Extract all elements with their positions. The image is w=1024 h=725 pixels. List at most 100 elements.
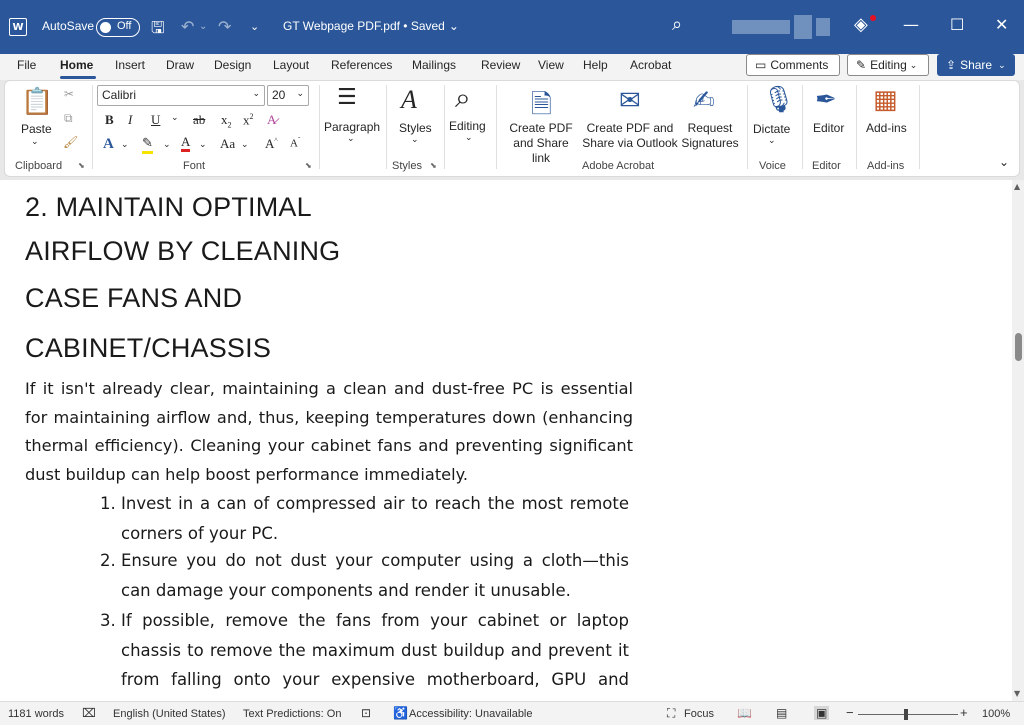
zoom-slider[interactable] xyxy=(858,714,958,715)
tab-review[interactable]: Review xyxy=(481,58,520,72)
close-icon[interactable]: ✕ xyxy=(995,15,1008,34)
dictate-button[interactable]: Dictate xyxy=(753,122,790,136)
editing-button[interactable]: Editing xyxy=(449,119,486,133)
tab-help[interactable]: Help xyxy=(583,58,608,72)
zoom-out-icon[interactable]: − xyxy=(846,705,854,720)
font-size-select[interactable]: 20 ⌄ xyxy=(267,85,309,106)
tab-view[interactable]: View xyxy=(538,58,564,72)
tab-mailings[interactable]: Mailings xyxy=(412,58,456,72)
redo-icon[interactable]: ↷ xyxy=(218,17,231,36)
tab-insert[interactable]: Insert xyxy=(115,58,145,72)
text-predictions-status[interactable]: Text Predictions: On xyxy=(243,708,341,720)
search-icon[interactable]: ⌕ xyxy=(672,14,682,35)
change-case-dropdown-icon[interactable]: ⌄ xyxy=(241,139,249,150)
tab-design[interactable]: Design xyxy=(214,58,251,72)
grow-font-icon[interactable]: A^ xyxy=(265,136,278,152)
paste-dropdown-icon[interactable]: ⌄ xyxy=(31,136,39,147)
editing-mode-button[interactable]: ✎ Editing ⌄ xyxy=(847,54,929,76)
paragraph-icon[interactable]: ☰ xyxy=(337,85,357,110)
macro-icon[interactable]: ⊡ xyxy=(361,706,371,720)
copy-icon[interactable]: ⧉ xyxy=(64,111,73,126)
add-ins-icon[interactable]: ▦ xyxy=(873,85,898,115)
cut-icon[interactable]: ✂ xyxy=(64,87,74,101)
highlight-icon[interactable]: ✎ xyxy=(142,135,153,154)
highlight-dropdown-icon[interactable]: ⌄ xyxy=(163,139,171,150)
paragraph-button[interactable]: Paragraph xyxy=(324,120,380,134)
focus-button[interactable]: Focus xyxy=(684,708,714,720)
clear-formatting-icon[interactable]: A̷ xyxy=(267,112,276,128)
font-name-select[interactable]: Calibri ⌄ xyxy=(97,85,265,106)
styles-dropdown-icon[interactable]: ⌄ xyxy=(411,134,419,145)
tab-draw[interactable]: Draw xyxy=(166,58,194,72)
change-case-icon[interactable]: Aa xyxy=(220,136,235,152)
format-painter-icon[interactable]: 🖌 xyxy=(63,135,78,149)
editing-dropdown-icon[interactable]: ⌄ xyxy=(465,132,473,143)
font-launcher-icon[interactable]: ⬊ xyxy=(305,161,312,170)
zoom-in-icon[interactable]: + xyxy=(960,705,968,720)
paste-button[interactable]: Paste xyxy=(21,122,52,136)
web-layout-icon[interactable]: ▣ xyxy=(814,706,830,720)
create-pdf-outlook-button[interactable]: Create PDF and Share via Outlook xyxy=(582,121,678,151)
tab-references[interactable]: References xyxy=(331,58,392,72)
comments-button[interactable]: ▭ Comments xyxy=(746,54,840,76)
paragraph-dropdown-icon[interactable]: ⌄ xyxy=(347,133,355,144)
styles-icon[interactable]: A xyxy=(401,85,417,115)
superscript-icon[interactable]: x2 xyxy=(243,112,254,128)
add-ins-button[interactable]: Add-ins xyxy=(866,121,907,135)
underline-icon[interactable]: U xyxy=(151,112,160,128)
read-mode-icon[interactable]: 📖 xyxy=(737,706,752,720)
shrink-font-icon[interactable]: Aˇ xyxy=(290,136,300,150)
language-status[interactable]: English (United States) xyxy=(113,708,226,720)
vertical-scrollbar[interactable]: ▲ ▼ xyxy=(1012,180,1024,701)
document-title[interactable]: GT Webpage PDF.pdf • Saved ⌄ xyxy=(283,19,459,33)
tab-acrobat[interactable]: Acrobat xyxy=(630,58,671,72)
request-signatures-button[interactable]: Request Signatures xyxy=(677,121,743,151)
autosave-toggle[interactable]: Off xyxy=(96,18,140,37)
clipboard-group-label: Clipboard xyxy=(15,160,63,172)
proofing-icon[interactable]: ⌧ xyxy=(82,706,96,720)
italic-icon[interactable]: I xyxy=(128,112,132,128)
undo-dropdown-icon[interactable]: ⌄ xyxy=(199,21,207,32)
tab-home[interactable]: Home xyxy=(60,58,93,72)
save-icon[interactable]: 🖫 xyxy=(151,17,165,44)
collapse-ribbon-icon[interactable]: ⌄ xyxy=(999,155,1009,169)
document-page[interactable]: 2. MAINTAIN OPTIMAL AIRFLOW BY CLEANING … xyxy=(0,180,1012,701)
accessibility-status[interactable]: Accessibility: Unavailable xyxy=(409,708,533,720)
account-avatar[interactable] xyxy=(732,14,834,40)
underline-dropdown-icon[interactable]: ⌄ xyxy=(171,112,179,123)
microphone-icon[interactable]: 🎙 xyxy=(762,85,795,115)
undo-icon[interactable]: ↶ xyxy=(181,17,194,36)
text-effects-icon[interactable]: A xyxy=(103,136,114,153)
maximize-icon[interactable]: ☐ xyxy=(950,15,964,34)
text-effects-dropdown-icon[interactable]: ⌄ xyxy=(121,139,129,150)
scroll-down-icon[interactable]: ▼ xyxy=(1014,689,1020,698)
word-icon[interactable]: W xyxy=(9,18,27,36)
print-layout-icon[interactable]: ▤ xyxy=(776,706,787,720)
minimize-icon[interactable]: — xyxy=(903,15,919,34)
editor-button[interactable]: Editor xyxy=(813,121,844,135)
styles-launcher-icon[interactable]: ⬊ xyxy=(430,161,437,170)
find-icon[interactable]: ⌕ xyxy=(455,81,471,115)
strikethrough-icon[interactable]: ab xyxy=(193,112,205,128)
scrollbar-thumb[interactable] xyxy=(1015,333,1022,361)
create-pdf-share-link-button[interactable]: Create PDF and Share link xyxy=(503,121,579,166)
bold-icon[interactable]: B xyxy=(105,112,114,128)
customize-toolbar-icon[interactable]: ⌄ xyxy=(250,20,259,33)
clipboard-launcher-icon[interactable]: ⬊ xyxy=(78,161,85,170)
dictate-dropdown-icon[interactable]: ⌄ xyxy=(768,135,776,146)
tab-layout[interactable]: Layout xyxy=(273,58,309,72)
zoom-slider-thumb[interactable] xyxy=(904,709,908,720)
share-button[interactable]: ⇪ Share ⌄ xyxy=(937,54,1015,76)
paste-icon[interactable]: 📋 xyxy=(21,87,53,117)
styles-button[interactable]: Styles xyxy=(399,121,432,135)
zoom-level[interactable]: 100% xyxy=(982,708,1010,720)
tab-file[interactable]: File xyxy=(17,58,36,72)
premium-diamond-icon[interactable]: ◈ xyxy=(854,14,868,35)
word-count[interactable]: 1181 words xyxy=(8,708,64,720)
notification-dot xyxy=(870,15,876,21)
editor-icon[interactable]: ✒ xyxy=(815,85,837,115)
scroll-up-icon[interactable]: ▲ xyxy=(1014,182,1020,191)
font-color-dropdown-icon[interactable]: ⌄ xyxy=(199,139,207,150)
subscript-icon[interactable]: x2 xyxy=(221,112,232,130)
font-color-icon[interactable]: A xyxy=(181,135,191,152)
